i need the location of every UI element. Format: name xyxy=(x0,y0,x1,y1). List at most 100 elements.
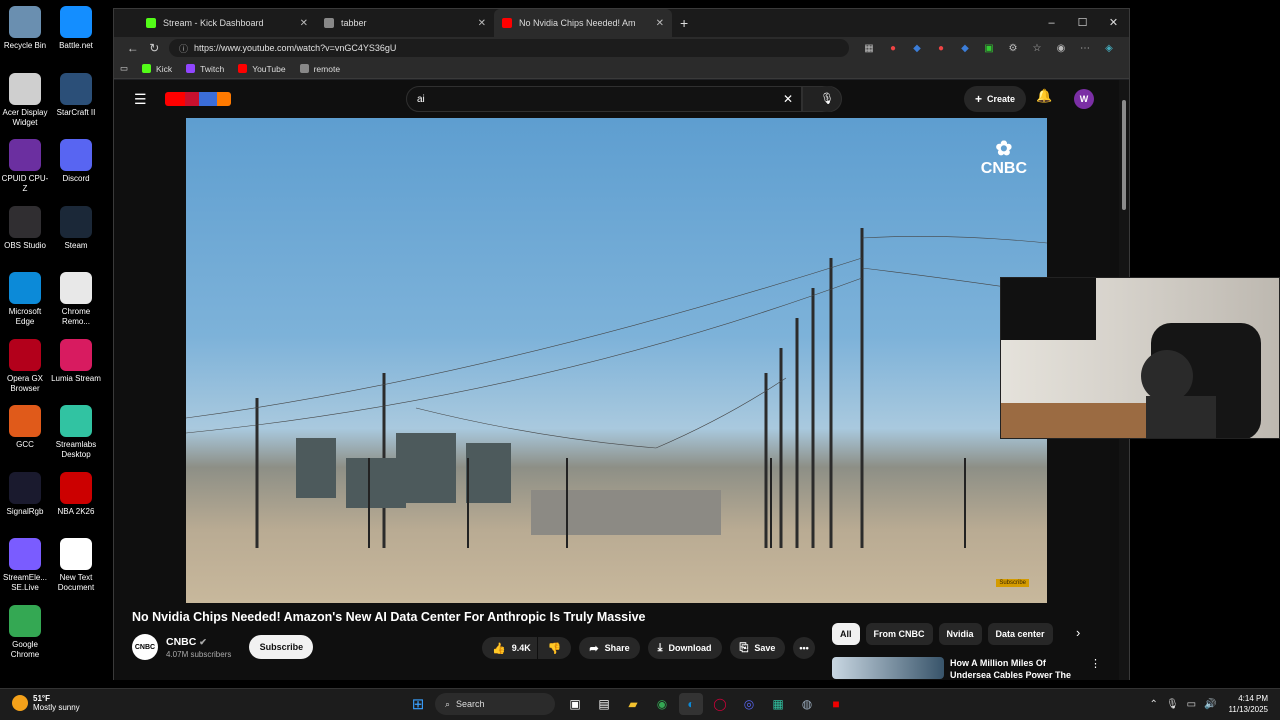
subscribe-button[interactable]: Subscribe xyxy=(249,635,314,659)
desktop-icon[interactable]: Recycle Bin xyxy=(0,6,50,51)
chip-data-center[interactable]: Data center xyxy=(987,623,1053,645)
chip-from-cnbc[interactable]: From CNBC xyxy=(865,623,933,645)
bookmark-twitch[interactable]: Twitch xyxy=(186,64,224,74)
url-field[interactable]: ⓘ https://www.youtube.com/watch?v=vnGC4Y… xyxy=(169,39,849,57)
task-view-icon[interactable]: ▣ xyxy=(563,693,587,715)
app-icon xyxy=(9,272,41,304)
chip-all[interactable]: All xyxy=(832,623,860,645)
share-button[interactable]: ➦ Share xyxy=(579,637,640,659)
chrome-icon[interactable]: ◉ xyxy=(650,693,674,715)
chip-nvidia[interactable]: Nvidia xyxy=(938,623,982,645)
streamlabs-icon[interactable]: ▦ xyxy=(766,693,790,715)
more-icon[interactable]: ⋯ xyxy=(1073,43,1097,54)
refresh-icon[interactable]: ↻ xyxy=(144,41,166,55)
search-input[interactable]: ai ✕ xyxy=(406,86,802,112)
chevron-up-icon[interactable]: ⌃ xyxy=(1150,699,1158,710)
extension-icon[interactable]: ● xyxy=(929,43,953,54)
new-tab-button[interactable]: + xyxy=(680,15,688,31)
desktop-icon[interactable]: Steam xyxy=(51,205,101,251)
dislike-button[interactable]: 👎 xyxy=(537,637,572,659)
weather-widget[interactable]: 51°F Mostly sunny xyxy=(12,694,80,712)
clear-icon[interactable]: ✕ xyxy=(783,92,793,106)
desktop-icon[interactable]: Discord xyxy=(51,139,101,184)
favorites-icon[interactable]: ☆ xyxy=(1025,43,1049,54)
chevron-right-icon[interactable]: › xyxy=(1076,625,1080,640)
close-tab-icon[interactable]: ✕ xyxy=(300,18,308,29)
close-tab-icon[interactable]: ✕ xyxy=(656,18,664,29)
desktop-icon[interactable]: Lumia Stream xyxy=(51,338,101,384)
related-thumbnail[interactable] xyxy=(832,657,944,679)
more-actions-button[interactable]: ••• xyxy=(793,637,815,659)
display-icon[interactable]: ▭ xyxy=(1187,699,1196,710)
volume-icon[interactable]: 🔊 xyxy=(1204,699,1216,710)
clock[interactable]: 4:14 PM 11/13/2025 xyxy=(1229,693,1268,715)
desktop-icon[interactable]: New Text Document xyxy=(51,538,101,593)
tab-tabber[interactable]: tabber ✕ xyxy=(316,9,494,37)
desktop-icon[interactable]: CPUID CPU-Z xyxy=(0,139,50,194)
nba2k-icon[interactable]: ■ xyxy=(824,693,848,715)
tab-kick-dashboard[interactable]: Stream - Kick Dashboard ✕ xyxy=(138,9,316,37)
channel-avatar[interactable]: CNBC xyxy=(132,634,158,660)
profile-icon[interactable]: ◉ xyxy=(1049,43,1073,54)
app-icon xyxy=(60,405,92,437)
desktop-icon[interactable]: NBA 2K26 xyxy=(51,471,101,517)
menu-icon[interactable]: ☰ xyxy=(134,91,147,108)
extension-icon[interactable]: ▦ xyxy=(857,43,881,54)
desktop-icon[interactable]: Google Chrome xyxy=(0,604,50,660)
microphone-icon[interactable]: 🎙 xyxy=(814,86,840,112)
microphone-tray-icon[interactable]: 🎙 xyxy=(1166,699,1179,710)
app-icon xyxy=(60,538,92,570)
youtube-logo[interactable] xyxy=(164,92,231,106)
bookmark-youtube[interactable]: YouTube xyxy=(238,64,286,74)
steam-icon[interactable]: ◍ xyxy=(795,693,819,715)
desktop-icon[interactable]: StarCraft II xyxy=(51,72,101,118)
like-button[interactable]: 👍 9.4K xyxy=(482,637,537,659)
extension-icon[interactable]: ◆ xyxy=(953,43,977,54)
extensions-icon[interactable]: ⚙ xyxy=(1001,43,1025,54)
copilot-icon[interactable]: ◈ xyxy=(1097,43,1121,54)
file-explorer-icon[interactable]: ▰ xyxy=(621,693,645,715)
close-icon[interactable]: ✕ xyxy=(1098,9,1129,37)
notifications-icon[interactable]: 🔔 xyxy=(1036,88,1052,104)
bookmarks-bar: ▭ Kick Twitch YouTube remote xyxy=(114,59,1129,79)
desktop-icon[interactable]: StreamEle... SE.Live xyxy=(0,538,50,593)
discord-icon[interactable]: ◎ xyxy=(737,693,761,715)
channel-name[interactable]: CNBC ✔ xyxy=(166,636,231,648)
desktop-icon[interactable]: Microsoft Edge xyxy=(0,272,50,327)
save-button[interactable]: ⎘ Save xyxy=(729,637,786,659)
extension-icon[interactable]: ● xyxy=(881,43,905,54)
bookmark-remote[interactable]: remote xyxy=(299,64,340,74)
avatar[interactable]: W xyxy=(1074,89,1094,109)
bookmark-kick[interactable]: Kick xyxy=(142,64,172,74)
maximize-icon[interactable]: ☐ xyxy=(1067,9,1098,37)
subscribe-watermark[interactable]: Subscribe xyxy=(996,579,1029,587)
create-label: Create xyxy=(987,94,1016,104)
desktop-icon[interactable]: Acer Display Widget xyxy=(0,72,50,128)
desktop-icon[interactable]: Opera GX Browser xyxy=(0,338,50,394)
scrollbar-thumb[interactable] xyxy=(1122,100,1126,210)
taskbar-search[interactable]: ⌕ Search xyxy=(435,693,555,715)
desktop-icon[interactable]: Chrome Remo... xyxy=(51,272,101,327)
related-video[interactable]: How A Million Miles Of Undersea Cables P… xyxy=(832,657,1101,679)
back-icon[interactable]: ← xyxy=(122,41,144,55)
extension-icon[interactable]: ▣ xyxy=(977,43,1001,54)
tab-youtube-video[interactable]: No Nvidia Chips Needed! Am ✕ xyxy=(494,9,672,37)
minimize-icon[interactable]: – xyxy=(1036,9,1067,37)
desktop-icon-label: Chrome Remo... xyxy=(61,307,91,326)
desktop-icon[interactable]: SignalRgb xyxy=(0,471,50,517)
create-button[interactable]: + Create xyxy=(964,86,1026,112)
desktop-icon[interactable]: Battle.net xyxy=(51,6,101,51)
edge-icon[interactable]: ◐ xyxy=(679,693,703,715)
windows-start-icon[interactable]: ⊞ xyxy=(406,693,430,715)
desktop-icon[interactable]: OBS Studio xyxy=(0,205,50,251)
reading-list-icon[interactable]: ▭ xyxy=(120,63,128,74)
desktop-icon[interactable]: Streamlabs Desktop xyxy=(51,405,101,460)
opera-gx-icon[interactable]: ◯ xyxy=(708,693,732,715)
extension-icon[interactable]: ◆ xyxy=(905,43,929,54)
kebab-menu-icon[interactable]: ⋮ xyxy=(1090,657,1101,679)
close-tab-icon[interactable]: ✕ xyxy=(478,18,486,29)
desktop-icon[interactable]: GCC xyxy=(0,405,50,450)
widgets-icon[interactable]: ▤ xyxy=(592,693,616,715)
download-button[interactable]: ⤓ Download xyxy=(647,637,722,659)
video-player[interactable]: ✿ CNBC Subscribe xyxy=(186,118,1047,603)
